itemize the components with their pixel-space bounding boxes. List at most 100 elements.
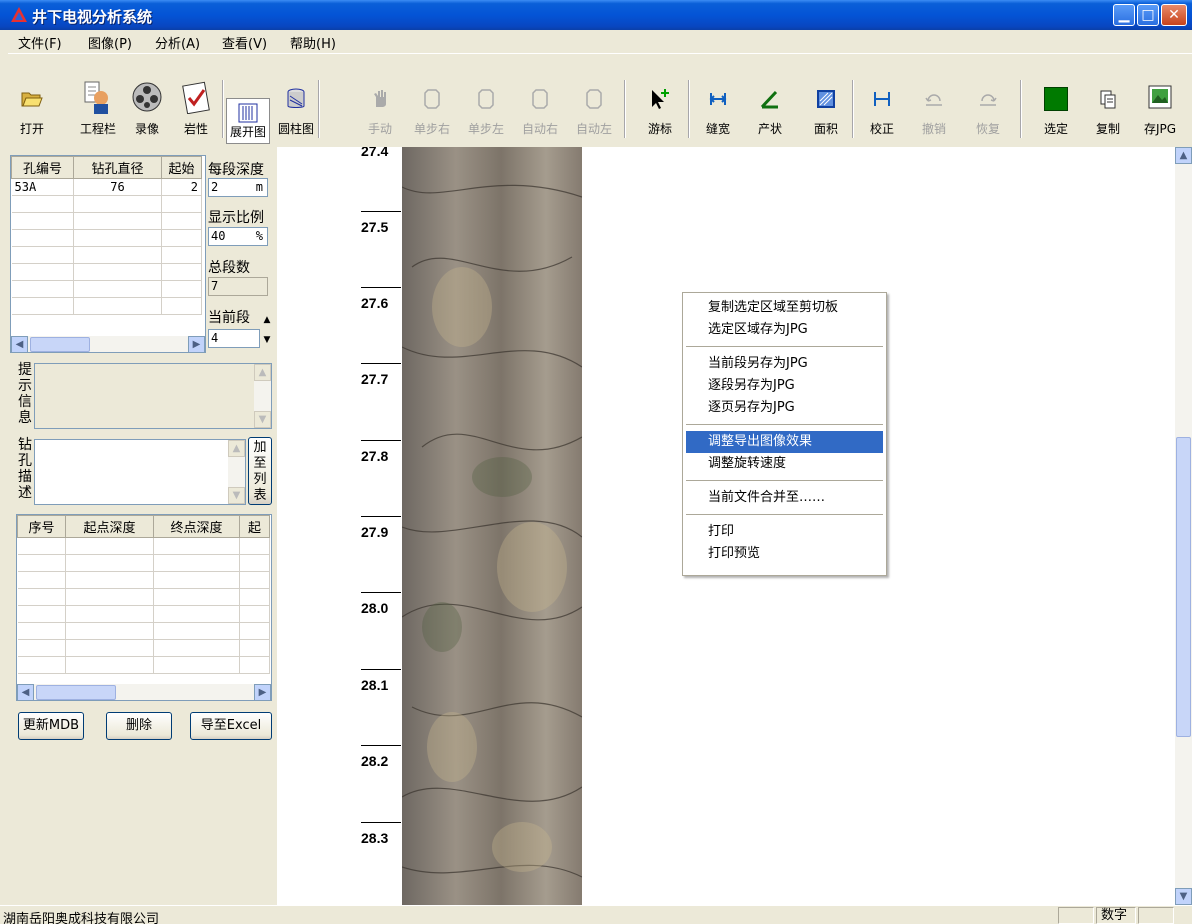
menu-view[interactable]: 查看(V)	[222, 33, 267, 52]
auto-right-button[interactable]: 自动右	[516, 54, 564, 146]
depth-tick	[361, 592, 401, 593]
depth-tick	[361, 669, 401, 670]
depth-tick	[361, 211, 401, 212]
cylinder-view-button[interactable]: 圆柱图	[274, 54, 318, 146]
scroll-right-icon[interactable]: ▶	[254, 684, 271, 700]
depth-label: 28.1	[361, 677, 389, 693]
column-header-hole-id[interactable]: 孔编号	[11, 156, 74, 179]
toolbar-separator	[688, 80, 690, 138]
menu-image[interactable]: 图像(P)	[88, 33, 132, 52]
open-button[interactable]: 打开	[12, 54, 52, 146]
menu-help[interactable]: 帮助(H)	[290, 33, 336, 52]
scroll-up-icon[interactable]: ▲	[1175, 147, 1192, 164]
column-header-end-depth[interactable]: 终点深度	[153, 515, 240, 538]
menu-bar: 文件(F) 图像(P) 分析(A) 查看(V) 帮助(H)	[0, 30, 1192, 52]
print[interactable]: 打印	[686, 521, 883, 543]
angle-icon	[760, 90, 778, 109]
scroll-left-icon[interactable]: ◀	[17, 684, 34, 700]
scroll-down-icon[interactable]: ▼	[228, 487, 245, 504]
column-header-extra[interactable]: 起	[239, 515, 270, 538]
redo-button[interactable]: 恢复	[968, 54, 1008, 146]
calibrate-button[interactable]: 校正	[862, 54, 902, 146]
column-header-index[interactable]: 序号	[17, 515, 66, 538]
vertical-scrollbar[interactable]: ▲ ▼	[228, 440, 245, 504]
depth-per-segment-input[interactable]: 2 m	[208, 178, 268, 197]
clipboard-check-icon	[182, 81, 210, 114]
area-icon	[817, 90, 835, 108]
horizontal-scrollbar[interactable]: ◀ ▶	[11, 335, 205, 352]
step-right-button[interactable]: 单步右	[408, 54, 456, 146]
minimize-button[interactable]: ▁	[1113, 4, 1135, 26]
export-excel-button[interactable]: 导至Excel	[190, 712, 272, 740]
scroll-thumb[interactable]	[30, 337, 90, 352]
table-row[interactable]: 53A 76 2	[11, 178, 202, 196]
save-current-segment-as-jpg[interactable]: 当前段另存为JPG	[686, 353, 883, 375]
unfold-view-button[interactable]: 展开图	[226, 98, 270, 144]
hole-table[interactable]: 孔编号 钻孔直径 起始 53A 76 2 ◀ ▶	[10, 155, 206, 353]
depth-tick	[361, 363, 401, 364]
rotate-right-icon	[424, 89, 440, 109]
spin-up-icon[interactable]: ▲	[260, 311, 274, 329]
record-button[interactable]: 录像	[126, 54, 168, 146]
rotate-left-icon	[478, 89, 494, 109]
undo-button[interactable]: 撤销	[914, 54, 954, 146]
update-mdb-button[interactable]: 更新MDB	[18, 712, 84, 740]
copy-button[interactable]: 复制	[1088, 54, 1128, 146]
segment-table[interactable]: 序号 起点深度 终点深度 起 ◀ ▶	[16, 514, 272, 701]
column-header-start-depth[interactable]: 起点深度	[65, 515, 154, 538]
save-each-page-as-jpg[interactable]: 逐页另存为JPG	[686, 397, 883, 419]
context-menu: 复制选定区域至剪切板 选定区域存为JPG 当前段另存为JPG 逐段另存为JPG …	[682, 292, 887, 576]
adjust-rotation-speed[interactable]: 调整旋转速度	[686, 453, 883, 475]
display-ratio-input[interactable]: 40 %	[208, 227, 268, 246]
merge-current-file-to[interactable]: 当前文件合并至……	[686, 487, 883, 509]
current-segment-input[interactable]: 4	[208, 329, 260, 348]
cursor-tool-button[interactable]: 游标	[638, 54, 682, 146]
scroll-right-icon[interactable]: ▶	[188, 336, 205, 352]
auto-left-button[interactable]: 自动左	[570, 54, 618, 146]
scroll-down-icon[interactable]: ▼	[254, 411, 271, 428]
adjust-export-image-effect[interactable]: 调整导出图像效果	[686, 431, 883, 453]
menu-analysis[interactable]: 分析(A)	[155, 33, 200, 52]
vertical-scrollbar[interactable]: ▲ ▼	[254, 364, 271, 428]
scroll-thumb[interactable]	[1176, 437, 1191, 737]
column-header-start[interactable]: 起始	[161, 156, 202, 179]
unfold-icon	[238, 103, 258, 123]
save-selection-as-jpg[interactable]: 选定区域存为JPG	[686, 319, 883, 341]
cylinder-icon	[287, 88, 305, 108]
attitude-button[interactable]: 产状	[750, 54, 790, 146]
scroll-left-icon[interactable]: ◀	[11, 336, 28, 352]
delete-button[interactable]: 删除	[106, 712, 172, 740]
depth-label: 27.6	[361, 295, 389, 311]
maximize-button[interactable]: □	[1137, 4, 1159, 26]
scroll-down-icon[interactable]: ▼	[1175, 888, 1192, 905]
save-each-segment-as-jpg[interactable]: 逐段另存为JPG	[686, 375, 883, 397]
spin-down-icon[interactable]: ▼	[260, 331, 274, 349]
gap-width-button[interactable]: 缝宽	[698, 54, 738, 146]
film-reel-icon	[132, 82, 162, 112]
print-preview[interactable]: 打印预览	[686, 543, 883, 565]
add-to-list-button[interactable]: 加至列表	[248, 437, 272, 505]
select-button[interactable]: 选定	[1036, 54, 1076, 146]
hole-description-box[interactable]: ▲ ▼	[34, 439, 246, 505]
lithology-button[interactable]: 岩性	[174, 54, 218, 146]
column-header-diameter[interactable]: 钻孔直径	[73, 156, 162, 179]
scroll-thumb[interactable]	[36, 685, 116, 700]
close-button[interactable]: ✕	[1161, 4, 1187, 26]
area-button[interactable]: 面积	[806, 54, 846, 146]
copy-selection-to-clipboard[interactable]: 复制选定区域至剪切板	[686, 297, 883, 319]
scroll-up-icon[interactable]: ▲	[228, 440, 245, 457]
step-left-button[interactable]: 单步左	[462, 54, 510, 146]
scroll-up-icon[interactable]: ▲	[254, 364, 271, 381]
current-segment-label: 当前段	[208, 310, 250, 326]
hole-description-label: 钻孔描述	[18, 437, 32, 501]
main-vertical-scrollbar[interactable]: ▲ ▼	[1175, 147, 1192, 905]
menu-file[interactable]: 文件(F)	[18, 33, 62, 52]
save-jpg-button[interactable]: 存JPG	[1136, 54, 1184, 146]
auto-rotate-right-icon	[532, 89, 548, 109]
depth-label: 28.0	[361, 600, 389, 616]
manual-button[interactable]: 手动	[360, 54, 400, 146]
project-bar-button[interactable]: 工程栏	[72, 54, 124, 146]
redo-icon	[980, 94, 997, 106]
horizontal-scrollbar[interactable]: ◀ ▶	[17, 683, 271, 700]
depth-label: 27.9	[361, 524, 389, 540]
